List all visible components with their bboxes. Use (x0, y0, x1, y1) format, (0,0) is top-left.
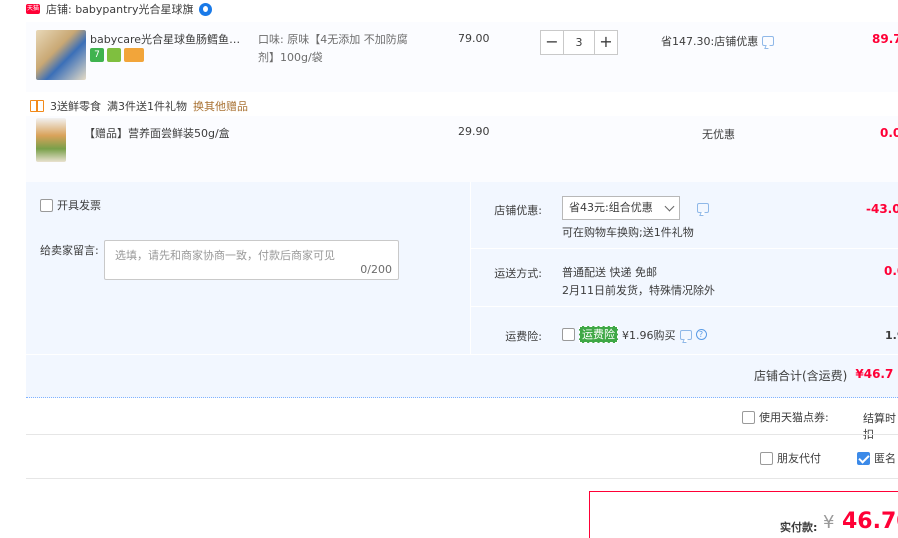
insurance-checkbox[interactable] (562, 328, 575, 341)
panel-divider (471, 306, 898, 307)
insurance-tag: 运费险 (579, 326, 618, 343)
friend-pay-label: 朋友代付 (777, 452, 821, 465)
promo-amount: -43.0 (866, 202, 898, 216)
promo-selected-value: 省43元:组合优惠 (569, 201, 653, 214)
discount-info-icon[interactable] (762, 36, 775, 46)
chat-contact-icon[interactable] (199, 2, 213, 16)
invoice-option[interactable]: 开具发票 (40, 197, 101, 213)
guarantee-icon[interactable] (107, 48, 121, 62)
quantity-stepper: − 3 + (540, 30, 618, 55)
shop-name-link[interactable]: 店铺: babypantry光合星球旗 (46, 1, 193, 17)
settle-note: 结算时扣 (863, 412, 896, 441)
invoice-checkbox[interactable] (40, 198, 53, 212)
message-char-count: 0/200 (360, 263, 392, 276)
friend-pay-checkbox[interactable] (760, 451, 773, 465)
credit-card-icon[interactable] (124, 48, 144, 62)
gift-promo-line: 3送鲜零食 满3件送1件礼物 换其他赠品 (30, 98, 248, 114)
divider (26, 434, 898, 435)
item-subtotal: 89.7 (872, 32, 898, 46)
seven-day-return-icon[interactable]: 7 (90, 48, 104, 62)
shop-total: 店铺合计(含运费) ¥46.7 (754, 367, 893, 384)
shop-promo-label: 店铺优惠: (494, 204, 542, 217)
item-discount: 省147.30:店铺优惠 (661, 33, 775, 49)
shop-total-amount: ¥46.7 (855, 367, 894, 381)
quantity-input[interactable]: 3 (564, 30, 594, 55)
pay-amount: 46.70 (842, 509, 898, 534)
coupon-label: 使用天猫点券: (759, 411, 829, 424)
shop-total-label: 店铺合计(含运费) (754, 369, 848, 383)
panel-divider (471, 248, 898, 249)
shop-promo-select[interactable]: 省43元:组合优惠 (562, 196, 680, 220)
insurance-info-icon[interactable] (679, 329, 692, 340)
panel-divider (470, 182, 471, 354)
insurance-label: 运费险: (505, 330, 542, 343)
shop-header: 天猫 店铺: babypantry光合星球旗 (26, 0, 898, 18)
help-icon[interactable]: ? (695, 329, 707, 340)
shipping-date: 2月11日前发货，特殊情况除外 (562, 284, 715, 297)
order-options-panel (26, 182, 898, 398)
unit-price: 79.00 (458, 32, 490, 45)
chevron-down-icon (664, 201, 675, 212)
insurance-price: ¥1.96购买 (622, 328, 676, 342)
decrease-quantity-button[interactable]: − (540, 30, 564, 55)
gift-promo-name: 3送鲜零食 (50, 100, 101, 113)
panel-divider (26, 354, 898, 355)
product-title-link[interactable]: babycare光合星球鱼肠鳕鱼肠... (90, 31, 250, 47)
message-label: 给卖家留言: (40, 244, 99, 257)
change-gift-link[interactable]: 换其他赠品 (193, 98, 248, 114)
shipping-amount: 0.0 (884, 264, 898, 278)
anonymous-checkbox[interactable] (857, 451, 870, 465)
pay-currency: ¥ (823, 512, 835, 533)
gift-thumbnail[interactable] (36, 118, 66, 162)
shipping-method: 普通配送 快递 免邮 (562, 266, 657, 279)
insurance-option: 运费险 ¥1.96购买 ? (562, 326, 707, 343)
pay-label: 实付款: (780, 521, 818, 534)
gift-title[interactable]: 【赠品】营养面尝鲜装50g/盒 (84, 125, 230, 141)
discount-text: 省147.30:店铺优惠 (661, 35, 759, 48)
service-badges: 7 (90, 48, 144, 62)
seller-message-input[interactable]: 选填，请先和商家协商一致，付款后商家可见 0/200 (104, 240, 399, 280)
invoice-label: 开具发票 (57, 199, 101, 212)
coupon-checkbox[interactable] (742, 410, 755, 424)
product-thumbnail[interactable] (36, 30, 86, 80)
insurance-amount: 1.9 (885, 329, 898, 342)
tmall-logo: 天猫 (26, 4, 40, 14)
product-attributes: 口味: 原味【4无添加 不加防腐剂】100g/袋 (258, 33, 408, 64)
gift-icon (30, 100, 44, 112)
increase-quantity-button[interactable]: + (594, 30, 618, 55)
promo-note: 可在购物车换购;送1件礼物 (562, 226, 694, 239)
gift-discount: 无优惠 (702, 128, 735, 141)
friend-pay-option[interactable]: 朋友代付 (760, 450, 821, 466)
divider (26, 478, 898, 479)
anonymous-label: 匿名 (874, 452, 896, 465)
shipping-label: 运送方式: (494, 267, 542, 280)
gift-unit-price: 29.90 (458, 125, 490, 138)
coupon-option[interactable]: 使用天猫点券: (742, 409, 829, 425)
gift-subtotal: 0.0 (880, 126, 898, 140)
anonymous-option[interactable]: 匿名 (857, 450, 896, 466)
promo-info-icon[interactable] (697, 203, 709, 213)
gift-promo-rule: 满3件送1件礼物 (107, 100, 187, 113)
message-placeholder: 选填，请先和商家协商一致，付款后商家可见 (115, 249, 335, 262)
